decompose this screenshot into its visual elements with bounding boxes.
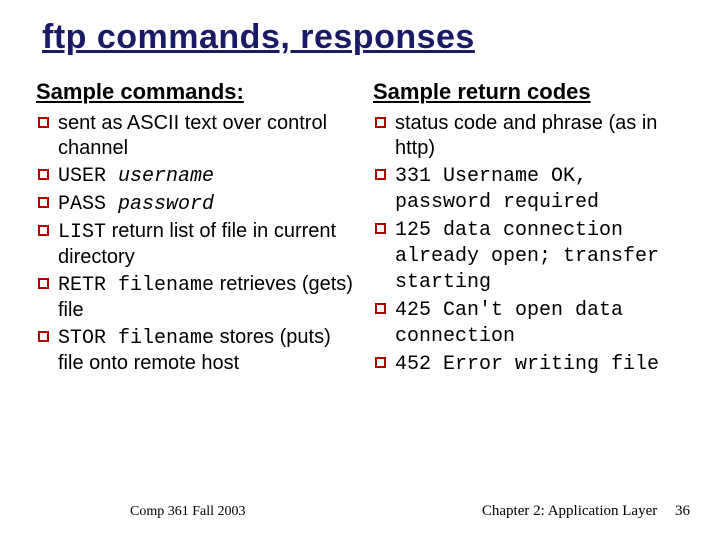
- list-item: sent as ASCII text over control channel: [36, 111, 355, 161]
- list-item: PASS password: [36, 191, 355, 217]
- text-run: 425 Can't open data connection: [395, 299, 623, 348]
- slide: ftp commands, responses Sample commands:…: [0, 0, 720, 540]
- text-run: PASS: [58, 193, 118, 216]
- list-item: STOR filename stores (puts) file onto re…: [36, 325, 355, 376]
- list-item: RETR filename retrieves (gets) file: [36, 272, 355, 323]
- list-item: USER username: [36, 163, 355, 189]
- left-list: sent as ASCII text over control channel U…: [36, 111, 355, 376]
- text-run: 331 Username OK, password required: [395, 165, 599, 214]
- text-run: sent as ASCII text over control channel: [58, 112, 327, 159]
- right-column: Sample return codes status code and phra…: [373, 79, 692, 379]
- text-run: username: [118, 165, 214, 188]
- left-column: Sample commands: sent as ASCII text over…: [36, 79, 355, 379]
- text-run: password: [118, 193, 214, 216]
- right-list: status code and phrase (as in http) 331 U…: [373, 111, 692, 377]
- text-run: 452 Error writing file: [395, 353, 659, 376]
- list-item: status code and phrase (as in http): [373, 111, 692, 161]
- text-run: LIST: [58, 221, 106, 244]
- right-heading: Sample return codes: [373, 79, 692, 105]
- columns: Sample commands: sent as ASCII text over…: [36, 79, 692, 379]
- text-run: USER: [58, 165, 118, 188]
- text-run: RETR filename: [58, 274, 214, 297]
- footer-chapter: Chapter 2: Application Layer: [482, 503, 657, 519]
- page-number: 36: [675, 503, 690, 519]
- text-run: 125 data connection already open; transf…: [395, 219, 659, 294]
- list-item: 425 Can't open data connection: [373, 297, 692, 349]
- text-run: status code and phrase (as in http): [395, 112, 657, 159]
- slide-title: ftp commands, responses: [42, 18, 692, 57]
- text-run: STOR filename: [58, 327, 214, 350]
- list-item: LIST return list of file in current dire…: [36, 219, 355, 270]
- left-heading: Sample commands:: [36, 79, 355, 105]
- list-item: 125 data connection already open; transf…: [373, 217, 692, 295]
- list-item: 452 Error writing file: [373, 351, 692, 377]
- footer-left: Comp 361 Fall 2003: [130, 504, 246, 520]
- footer-right: Chapter 2: Application Layer 36: [482, 503, 690, 520]
- list-item: 331 Username OK, password required: [373, 163, 692, 215]
